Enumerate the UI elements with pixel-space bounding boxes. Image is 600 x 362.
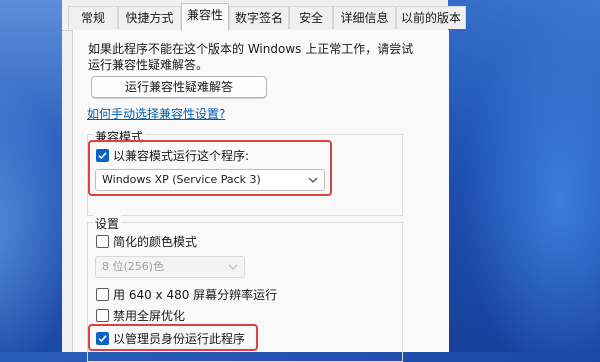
tab-details[interactable]: 详细信息 [333,6,396,29]
tab-digital-signatures[interactable]: 数字签名 [229,6,289,29]
desktop-wallpaper-right [440,0,600,352]
run-as-admin-highlight [88,324,258,351]
color-depth-select: 8 位(256)色 [95,256,245,278]
settings-group-title: 设置 [93,215,122,232]
reduced-color-label: 简化的颜色模式 [113,235,198,249]
tab-compatibility[interactable]: 兼容性 [181,3,229,31]
fullscreen-opt-label: 禁用全屏优化 [113,309,186,323]
description-line-1: 如果此程序不能在这个版本的 Windows 上正常工作，请尝试 [88,42,414,56]
description-line-2: 运行兼容性疑难解答。 [88,58,209,72]
compat-mode-highlight [88,140,332,196]
resolution-label: 用 640 x 480 屏幕分辨率运行 [113,288,278,302]
compatibility-panel: 如果此程序不能在这个版本的 Windows 上正常工作，请尝试 运行兼容性疑难解… [72,30,449,362]
resolution-checkbox[interactable] [96,288,109,301]
properties-dialog: 常规 快捷方式 兼容性 数字签名 安全 详细信息 以前的版本 如果此程序不能在这… [62,0,466,362]
description-text: 如果此程序不能在这个版本的 Windows 上正常工作，请尝试 运行兼容性疑难解… [88,41,418,73]
chevron-down-icon [228,264,238,270]
tab-previous-versions[interactable]: 以前的版本 [396,6,466,29]
tab-security[interactable]: 安全 [289,6,333,29]
fullscreen-opt-checkbox[interactable] [96,309,109,322]
color-depth-value: 8 位(256)色 [102,260,165,273]
manual-compat-settings-link[interactable]: 如何手动选择兼容性设置? [87,105,225,122]
reduced-color-checkbox[interactable] [96,235,109,248]
run-troubleshooter-button[interactable]: 运行兼容性疑难解答 [91,76,267,98]
tab-general[interactable]: 常规 [68,6,118,29]
tab-shortcut[interactable]: 快捷方式 [118,6,181,29]
tab-bar: 常规 快捷方式 兼容性 数字签名 安全 详细信息 以前的版本 [62,0,466,31]
